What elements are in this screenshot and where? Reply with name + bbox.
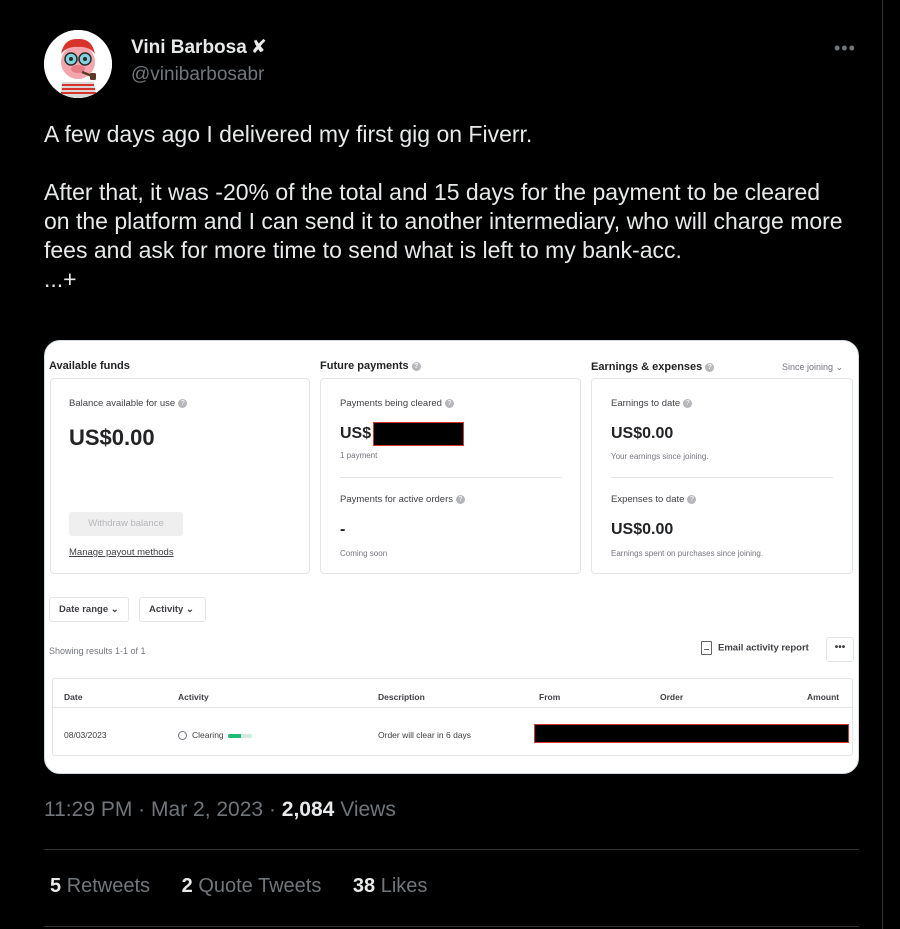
activity-dropdown[interactable]: Activity ⌄ [139, 597, 206, 622]
more-actions-button[interactable]: ••• [826, 637, 854, 662]
meta-separator: · [268, 798, 276, 821]
future-payments-box: Payments being cleared? US$ 1 payment Pa… [320, 378, 581, 574]
redacted-row-details [534, 724, 849, 743]
likes-count: 38 [352, 875, 376, 897]
clearing-progress-fill [227, 733, 241, 738]
active-orders-value: - [340, 521, 346, 538]
quote-tweets-stat[interactable]: 2 Quote Tweets [182, 875, 322, 897]
available-funds-box: Balance available for use? US$0.00 Withd… [50, 378, 310, 574]
column-header-amount: Amount [807, 692, 840, 702]
row-activity: Clearing [178, 730, 252, 741]
earnings-to-date-value: US$0.00 [611, 425, 674, 442]
earnings-to-date-label: Earnings to date? [611, 398, 693, 409]
clearing-progress-bar [227, 733, 252, 738]
info-icon: ? [411, 361, 421, 371]
payment-count: 1 payment [340, 451, 378, 460]
divider [611, 477, 833, 478]
balance-label-text: Balance available for use [69, 398, 176, 409]
email-activity-report-button[interactable]: Email activity report [701, 641, 809, 655]
chevron-down-icon: ⌄ [185, 604, 194, 615]
tweet-meta: 11:29 PM · Mar 2, 2023 · 2,084 Views [44, 798, 396, 822]
retweets-label: Retweets [66, 875, 151, 897]
views-count: 2,084 [281, 798, 335, 821]
views-label: Views [340, 798, 396, 821]
since-joining-dropdown[interactable]: Since joining ⌄ [782, 362, 843, 373]
author-avatar[interactable] [44, 30, 112, 98]
likes-stat[interactable]: 38 Likes [353, 875, 428, 897]
retweets-stat[interactable]: 5 Retweets [50, 875, 150, 897]
column-header-activity: Activity [178, 692, 209, 702]
column-header-order: Order [660, 692, 684, 702]
info-icon: ? [687, 494, 697, 504]
csv-file-icon [701, 641, 712, 655]
info-icon: ? [705, 362, 715, 372]
author-name[interactable]: Vini Barbosa ✘ [131, 36, 267, 59]
chevron-down-icon: ⌄ [835, 362, 844, 372]
balance-label: Balance available for use? [69, 398, 188, 409]
earnings-expenses-title: Earnings & expenses? [591, 361, 715, 373]
more-options-button[interactable]: ••• [834, 38, 856, 59]
results-count: Showing results 1-1 of 1 [49, 646, 146, 656]
divider [44, 849, 859, 850]
date-range-dropdown[interactable]: Date range ⌄ [49, 597, 129, 622]
quote-tweets-count: 2 [181, 875, 193, 897]
info-icon: ? [444, 398, 454, 408]
since-joining-label: Since joining [782, 362, 834, 372]
clock-icon [178, 731, 187, 741]
meta-separator: · [138, 798, 146, 821]
retweets-count: 5 [50, 875, 62, 897]
active-orders-label: Payments for active orders? [340, 494, 465, 505]
table-header-divider [53, 707, 852, 708]
active-orders-text: Payments for active orders [340, 494, 453, 505]
tweet-date[interactable]: Mar 2, 2023 [151, 798, 263, 821]
tweet-time[interactable]: 11:29 PM [44, 798, 132, 821]
balance-value: US$0.00 [69, 425, 155, 450]
column-header-from: From [539, 692, 561, 702]
row-description: Order will clear in 6 days [378, 730, 472, 740]
tweet-media-image[interactable]: Available funds Future payments? Earning… [44, 340, 859, 774]
expenses-to-date-value: US$0.00 [611, 521, 674, 538]
author-handle[interactable]: @vinibarbosabr [131, 64, 264, 86]
divider [44, 926, 859, 927]
payments-being-cleared-text: Payments being cleared [340, 398, 442, 409]
likes-label: Likes [380, 875, 428, 897]
redacted-amount [373, 422, 464, 446]
row-activity-label: Clearing [192, 730, 224, 740]
timeline-border [882, 0, 883, 929]
earnings-expenses-title-text: Earnings & expenses [591, 361, 703, 373]
payments-being-cleared-label: Payments being cleared? [340, 398, 454, 409]
column-header-description: Description [378, 692, 425, 702]
info-icon: ? [456, 494, 465, 504]
available-funds-title: Available funds [49, 360, 130, 372]
email-activity-report-label: Email activity report [718, 642, 809, 654]
withdraw-balance-button[interactable]: Withdraw balance [69, 512, 183, 536]
row-date: 08/03/2023 [64, 730, 107, 740]
future-payments-title: Future payments? [320, 360, 421, 372]
info-icon: ? [178, 398, 188, 408]
activity-table: Date Activity Description From Order Amo… [52, 678, 853, 756]
badge-icon: ✘ [250, 37, 267, 58]
chevron-down-icon: ⌄ [110, 604, 119, 615]
info-icon: ? [683, 398, 693, 408]
tweet-text: A few days ago I delivered my first gig … [44, 121, 843, 292]
tweet-stats: 5 Retweets 2 Quote Tweets 38 Likes [50, 875, 453, 898]
date-range-label: Date range [59, 604, 109, 615]
quote-tweets-label: Quote Tweets [198, 875, 322, 897]
payments-being-cleared-value: US$ [340, 425, 372, 442]
expenses-to-date-text: Expenses to date [611, 494, 685, 505]
earnings-box: Earnings to date? US$0.00 Your earnings … [591, 378, 853, 574]
expenses-to-date-label: Expenses to date? [611, 494, 697, 505]
manage-payout-methods-link[interactable]: Manage payout methods [69, 547, 174, 558]
coming-soon-text: Coming soon [340, 549, 388, 558]
earnings-subtext: Your earnings since joining. [611, 452, 709, 461]
expenses-subtext: Earnings spent on purchases since joinin… [611, 549, 764, 558]
future-payments-title-text: Future payments [320, 360, 409, 372]
earnings-to-date-text: Earnings to date [611, 398, 681, 409]
activity-label: Activity [149, 604, 184, 615]
column-header-date: Date [64, 692, 83, 702]
divider [340, 477, 562, 478]
author-name-text: Vini Barbosa [131, 37, 247, 58]
avatar-illustration [44, 30, 112, 98]
